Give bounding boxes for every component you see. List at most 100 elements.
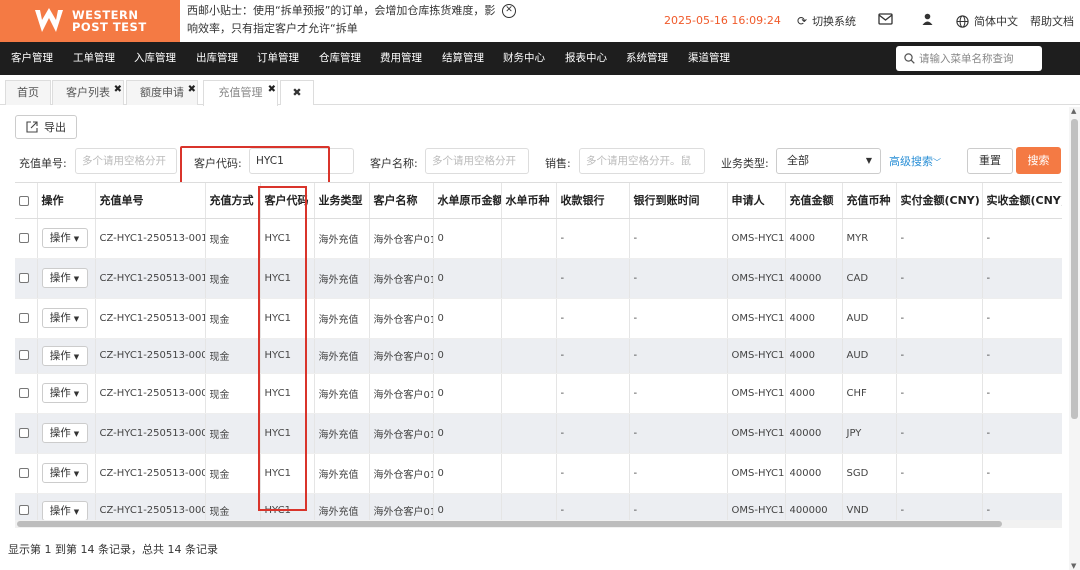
row-select-cell[interactable] [15, 258, 38, 299]
row-op-cell: 操作 ▼ [37, 493, 96, 520]
caret-down-icon: ▼ [73, 235, 80, 243]
customer-name-input[interactable]: 多个请用空格分开 [425, 148, 529, 174]
recharge-no-input[interactable]: 多个请用空格分开 [75, 148, 177, 174]
customer-name-cell: 海外仓客户01 [369, 218, 434, 259]
nav-item-customer[interactable]: 客户管理 [11, 42, 53, 75]
row-select-cell[interactable] [15, 373, 38, 414]
row-op-button[interactable]: 操作 ▼ [41, 308, 88, 328]
row-op-button[interactable]: 操作 ▼ [41, 500, 88, 520]
select-all-checkbox[interactable] [19, 195, 29, 206]
row-op-button[interactable]: 操作 ▼ [41, 383, 88, 403]
orig-currency-cell [501, 338, 557, 374]
vertical-scroll-thumb[interactable] [1071, 119, 1078, 419]
app-root: WESTERN POST TEST 西邮小贴士：使用“拆单预报”的订单，会增加仓… [0, 0, 1080, 570]
orig-amount-cell: 0 [433, 453, 502, 494]
row-checkbox[interactable] [19, 272, 29, 283]
row-op-button[interactable]: 操作 ▼ [41, 463, 88, 483]
tab-home[interactable]: 首页 [5, 80, 51, 105]
row-checkbox[interactable] [19, 505, 29, 515]
row-checkbox[interactable] [19, 350, 29, 360]
tab-credit-apply[interactable]: 额度申请 ✖ [126, 80, 198, 105]
nav-item-fee[interactable]: 费用管理 [380, 42, 422, 75]
paid-cell: - [896, 298, 983, 339]
scroll-down-icon[interactable]: ▼ [1071, 562, 1076, 570]
row-checkbox[interactable] [19, 312, 29, 323]
biz-type-select[interactable]: 全部 ▼ [776, 148, 881, 174]
nav-item-settlement[interactable]: 结算管理 [442, 42, 484, 75]
table-row: 操作 ▼ CZ-HYC1-250513-0008 现金 HYC1 海外充值 海外仓客户01 0… [15, 373, 1062, 414]
customer-code-column-highlight [258, 186, 307, 511]
row-select-cell[interactable] [15, 218, 38, 259]
user-button[interactable] [922, 13, 933, 25]
search-button[interactable]: 搜索 [1016, 147, 1061, 174]
close-tab-icon[interactable]: ✖ [188, 78, 196, 102]
nav-item-system[interactable]: 系统管理 [626, 42, 668, 75]
paid-cell: - [896, 373, 983, 414]
select-all-cell[interactable] [15, 183, 38, 219]
nav-item-workorder[interactable]: 工单管理 [73, 42, 115, 75]
table-body: 操作 ▼ CZ-HYC1-250513-0012 现金 HYC1 海外充值 海外仓客户01 0… [15, 218, 1062, 520]
close-all-tabs-button[interactable]: ✖ [280, 80, 314, 105]
recharge-currency-cell: AUD [842, 338, 897, 374]
scroll-up-icon[interactable]: ▲ [1071, 107, 1076, 115]
customer-name-cell: 海外仓客户01 [369, 298, 434, 339]
row-checkbox[interactable] [19, 232, 29, 243]
reset-button[interactable]: 重置 [967, 148, 1013, 174]
language-button[interactable]: 简体中文 [956, 13, 1018, 29]
advanced-search-label: 高级搜索 [889, 155, 933, 168]
row-op-button[interactable]: 操作 ▼ [41, 268, 88, 288]
row-checkbox[interactable] [19, 467, 29, 478]
horizontal-scrollbar[interactable] [15, 520, 1062, 528]
col-header-recharge-no: 充值单号 [95, 183, 206, 219]
mail-button[interactable] [878, 13, 893, 25]
nav-item-inbound[interactable]: 入库管理 [134, 42, 176, 75]
row-select-cell[interactable] [15, 298, 38, 339]
received-cell: - [982, 338, 1062, 374]
nav-item-finance[interactable]: 财务中心 [503, 42, 545, 75]
row-op-cell: 操作 ▼ [37, 373, 96, 414]
vertical-scrollbar[interactable]: ▲ ▼ [1069, 107, 1080, 570]
customer-name-label: 客户名称: [370, 157, 418, 170]
biz-type-cell: 海外充值 [314, 298, 370, 339]
close-tab-icon[interactable]: ✖ [268, 78, 276, 102]
orig-currency-cell [501, 453, 557, 494]
col-header-orig-currency: 水单币种 [501, 183, 557, 219]
nav-item-warehouse[interactable]: 仓库管理 [319, 42, 361, 75]
row-op-button[interactable]: 操作 ▼ [41, 423, 88, 443]
row-select-cell[interactable] [15, 453, 38, 494]
bank-cell: - [556, 413, 630, 454]
recharge-no-cell: CZ-HYC1-250513-0005 [95, 493, 206, 520]
row-select-cell[interactable] [15, 493, 38, 520]
row-checkbox[interactable] [19, 387, 29, 398]
nav-item-order[interactable]: 订单管理 [257, 42, 299, 75]
nav-item-report[interactable]: 报表中心 [565, 42, 607, 75]
nav-item-outbound[interactable]: 出库管理 [196, 42, 238, 75]
close-tab-icon[interactable]: ✖ [114, 78, 122, 102]
table-row: 操作 ▼ CZ-HYC1-250513-0006 现金 HYC1 海外充值 海外仓客户01 0… [15, 453, 1062, 494]
help-link[interactable]: 帮助文档 [1030, 13, 1074, 29]
tab-recharge[interactable]: 充值管理 ✖ [203, 80, 278, 106]
tab-customer-list[interactable]: 客户列表 ✖ [52, 80, 124, 105]
switch-system-button[interactable]: ⟳ 切换系统 [797, 13, 856, 29]
biz-type-cell: 海外充值 [314, 218, 370, 259]
table-row: 操作 ▼ CZ-HYC1-250513-0009 现金 HYC1 海外充值 海外仓客户01 0… [15, 338, 1062, 374]
method-cell: 现金 [205, 338, 261, 374]
advanced-search-link[interactable]: 高级搜索﹀ [889, 153, 941, 169]
method-cell: 现金 [205, 258, 261, 299]
row-op-button[interactable]: 操作 ▼ [41, 228, 88, 248]
menu-search-input[interactable]: 请输入菜单名称查询 [896, 46, 1042, 71]
nav-item-channel[interactable]: 渠道管理 [688, 42, 730, 75]
close-tip-icon[interactable]: ✕ [502, 4, 516, 18]
arrival-time-cell: - [629, 453, 728, 494]
row-select-cell[interactable] [15, 413, 38, 454]
row-op-button[interactable]: 操作 ▼ [41, 345, 88, 366]
row-op-label: 操作 [49, 387, 71, 399]
row-select-cell[interactable] [15, 338, 38, 374]
export-button[interactable]: 导出 [15, 115, 77, 139]
language-label: 简体中文 [974, 15, 1018, 28]
horizontal-scroll-thumb[interactable] [17, 521, 1002, 527]
sales-input[interactable]: 多个请用空格分开。鼠 [579, 148, 705, 174]
caret-down-icon: ▼ [73, 315, 80, 323]
brand-logo[interactable]: WESTERN POST TEST [0, 0, 180, 42]
row-checkbox[interactable] [19, 427, 29, 438]
